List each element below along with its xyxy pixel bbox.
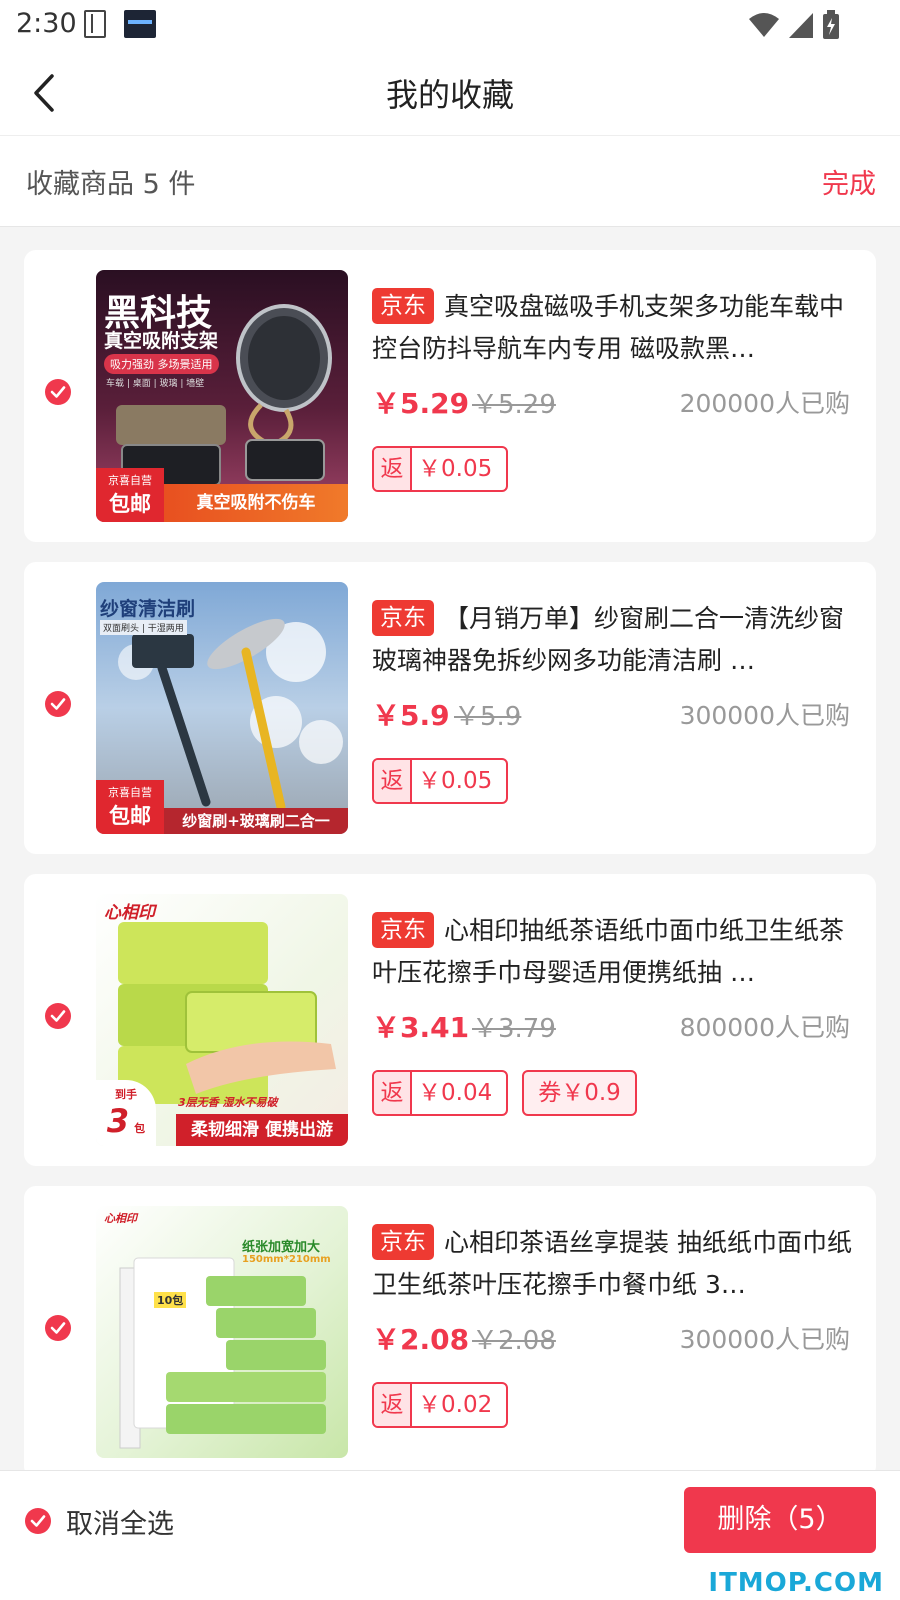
thumb-pill: 吸力强劲 多场景适用	[104, 354, 219, 374]
product-price: ￥3.41	[372, 1011, 470, 1044]
product-image[interactable]: 心相印 到手 3 包 3层无香 湿水不易破 柔韧细滑 便携出游	[96, 894, 348, 1146]
thumb-corner-big: 包邮	[109, 804, 151, 828]
thumb-headline: 纱窗清洁刷	[100, 598, 196, 620]
status-time: 2:30	[16, 8, 77, 39]
rebate-badge: 返 ￥0.02	[372, 1382, 509, 1428]
product-old-price: ￥5.29	[472, 390, 556, 420]
rebate-key: 返	[374, 760, 412, 802]
product-name: 【月销万单】纱窗刷二合一清洗纱窗玻璃神器免拆纱网多功能清洁刷 …	[372, 604, 845, 675]
thumb-mini-text: 双面刷头 | 干湿两用	[100, 620, 187, 635]
rebate-value: ￥0.04	[418, 1080, 493, 1106]
coupon-badge: 券￥0.9	[522, 1070, 637, 1116]
product-name: 心相印茶语丝享提装 抽纸纸巾面巾纸卫生纸茶叶压花擦手巾餐巾纸 3…	[372, 1228, 852, 1299]
signal-icon	[789, 13, 813, 38]
thumb-badge-unit: 包	[134, 1122, 146, 1135]
checkbox-checked-icon[interactable]	[44, 1314, 72, 1342]
thumb-corner-top: 京喜自营	[108, 474, 152, 487]
checkbox-checked-icon[interactable]	[44, 690, 72, 718]
rebate-value: ￥0.05	[418, 768, 493, 794]
rebate-key: 返	[374, 1384, 412, 1426]
jd-tag: 京东	[372, 912, 434, 948]
thumb-brand: 心相印	[104, 903, 155, 923]
thumb-badge-num: 3	[106, 1102, 130, 1140]
checkbox-checked-icon[interactable]	[44, 378, 72, 406]
thumb-footer: 真空吸附不伤车	[164, 484, 348, 522]
deselect-all-label[interactable]: 取消全选	[66, 1502, 174, 1541]
product-image[interactable]: 纱窗清洁刷 双面刷头 | 干湿两用 京喜自营 包邮 纱窗刷+玻璃刷二合一	[96, 582, 348, 834]
thumb-corner-top: 京喜自营	[108, 786, 152, 799]
product-card[interactable]: 心相印 到手 3 包 3层无香 湿水不易破 柔韧细滑 便携出游 京东 心相印抽纸茶…	[24, 874, 876, 1166]
thumb-mini-text: 车载 | 桌面 | 玻璃 | 墙壁	[106, 379, 205, 389]
product-card[interactable]: 黑科技 真空吸附支架 吸力强劲 多场景适用 车载 | 桌面 | 玻璃 | 墙壁 …	[24, 250, 876, 542]
product-name: 真空吸盘磁吸手机支架多功能车载中控台防抖导航车内专用 磁吸款黑…	[372, 292, 845, 363]
product-sold-count: 300000人已购	[679, 701, 850, 730]
thumb-note: 纸张加宽加大	[242, 1240, 321, 1255]
product-title[interactable]: 京东 心相印抽纸茶语纸巾面巾纸卫生纸茶叶压花擦手巾母婴适用便携纸抽 …	[372, 910, 852, 994]
thumb-subline: 真空吸附支架	[104, 330, 219, 352]
thumb-size: 150mm*210mm	[242, 1254, 331, 1265]
thumb-footer: 纱窗刷+玻璃刷二合一	[164, 808, 348, 834]
favorites-count: 收藏商品 5 件	[26, 169, 196, 200]
thumb-badge-top: 到手	[115, 1088, 137, 1101]
thumb-brand: 心相印	[104, 1212, 137, 1225]
page-header: 我的收藏	[0, 50, 900, 135]
product-old-price: ￥2.08	[472, 1326, 556, 1356]
product-old-price: ￥5.9	[454, 702, 522, 732]
rebate-badge: 返 ￥0.04	[372, 1070, 509, 1116]
product-image[interactable]: 黑科技 真空吸附支架 吸力强劲 多场景适用 车载 | 桌面 | 玻璃 | 墙壁 …	[96, 270, 348, 522]
rebate-badge: 返 ￥0.05	[372, 758, 509, 804]
delete-button[interactable]: 删除（5）	[684, 1487, 876, 1553]
product-old-price: ￥3.79	[472, 1014, 556, 1044]
product-sold-count: 300000人已购	[679, 1325, 850, 1354]
thumb-note: 3层无香 湿水不易破	[178, 1096, 278, 1109]
product-title[interactable]: 京东 心相印茶语丝享提装 抽纸纸巾面巾纸卫生纸茶叶压花擦手巾餐巾纸 3…	[372, 1222, 852, 1306]
rebate-key: 返	[374, 1072, 412, 1114]
product-name: 心相印抽纸茶语纸巾面巾纸卫生纸茶叶压花擦手巾母婴适用便携纸抽 …	[372, 916, 845, 987]
app-notification-icon	[124, 10, 156, 38]
jd-tag: 京东	[372, 1224, 434, 1260]
product-price: ￥5.9	[372, 699, 450, 732]
document-icon	[84, 10, 106, 38]
jd-tag: 京东	[372, 288, 434, 324]
rebate-value: ￥0.02	[418, 1392, 493, 1418]
status-bar: 2:30	[0, 0, 900, 50]
thumb-count: 10包	[154, 1292, 187, 1308]
thumb-corner-big: 包邮	[109, 492, 151, 516]
product-price: ￥5.29	[372, 387, 470, 420]
wifi-icon	[749, 13, 779, 37]
checkbox-checked-icon[interactable]	[44, 1002, 72, 1030]
done-button[interactable]: 完成	[822, 162, 876, 201]
watermark: ITMOP.COM	[708, 1568, 884, 1598]
product-price: ￥2.08	[372, 1323, 470, 1356]
rebate-badge: 返 ￥0.05	[372, 446, 509, 492]
product-sold-count: 800000人已购	[679, 1013, 850, 1042]
favorites-summary-bar: 收藏商品 5 件 完成	[0, 135, 900, 227]
product-card[interactable]: 纱窗清洁刷 双面刷头 | 干湿两用 京喜自营 包邮 纱窗刷+玻璃刷二合一 京东【…	[24, 562, 876, 854]
product-sold-count: 200000人已购	[679, 389, 850, 418]
rebate-key: 返	[374, 448, 412, 490]
product-title[interactable]: 京东 真空吸盘磁吸手机支架多功能车载中控台防抖导航车内专用 磁吸款黑…	[372, 286, 852, 370]
product-card[interactable]: 心相印 纸张加宽加大 150mm*210mm 10包 京东 心相印茶语丝享提装 抽…	[24, 1186, 876, 1478]
product-title[interactable]: 京东 【月销万单】纱窗刷二合一清洗纱窗玻璃神器免拆纱网多功能清洁刷 …	[372, 598, 852, 682]
rebate-value: ￥0.05	[418, 456, 493, 482]
jd-tag: 京东	[372, 600, 434, 636]
thumb-footer: 柔韧细滑 便携出游	[176, 1114, 348, 1146]
favorites-list: 黑科技 真空吸附支架 吸力强劲 多场景适用 车载 | 桌面 | 玻璃 | 墙壁 …	[24, 250, 876, 1498]
select-all-checkbox-icon[interactable]	[24, 1507, 52, 1535]
page-title: 我的收藏	[385, 76, 514, 114]
battery-icon	[823, 10, 839, 39]
product-image[interactable]: 心相印 纸张加宽加大 150mm*210mm 10包	[96, 1206, 348, 1458]
